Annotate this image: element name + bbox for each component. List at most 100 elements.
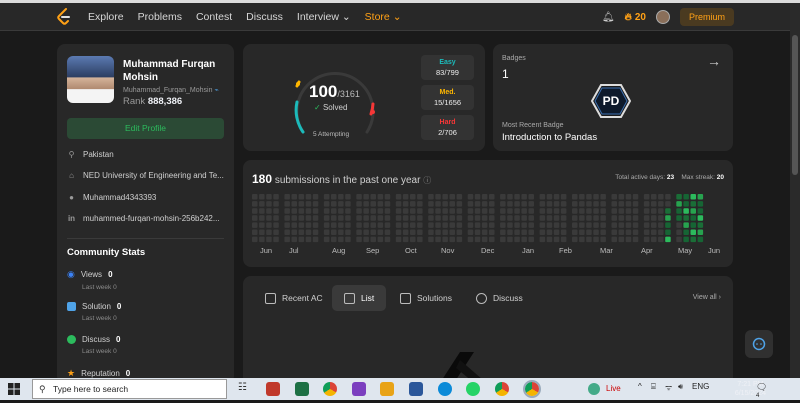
heatmap-cell[interactable] (500, 208, 506, 214)
heatmap-cell[interactable] (305, 194, 312, 200)
heatmap-cell[interactable] (363, 215, 369, 221)
heatmap-cell[interactable] (521, 222, 527, 228)
heatmap-cell[interactable] (428, 208, 434, 214)
heatmap-cell[interactable] (356, 194, 362, 200)
heatmap-cell[interactable] (651, 215, 657, 221)
heatmap-cell[interactable] (676, 201, 682, 207)
heatmap-cell[interactable] (273, 236, 279, 243)
heatmap-cell[interactable] (395, 236, 402, 243)
heatmap-cell[interactable] (259, 222, 265, 228)
heatmap-cell[interactable] (643, 229, 650, 236)
heatmap-cell[interactable] (395, 229, 402, 236)
heatmap-cell[interactable] (266, 208, 272, 214)
heatmap-cell[interactable] (507, 208, 513, 214)
heatmap-cell[interactable] (528, 201, 535, 207)
heatmap-cell[interactable] (579, 201, 585, 207)
network-icon[interactable]: ⌸ (651, 382, 665, 396)
heatmap-cell[interactable] (625, 236, 632, 243)
heatmap-cell[interactable] (632, 222, 639, 228)
heatmap-cell[interactable] (417, 194, 423, 200)
heatmap-cell[interactable] (539, 229, 546, 236)
heatmap-cell[interactable] (632, 229, 639, 236)
heatmap-cell[interactable] (370, 215, 377, 221)
heatmap-cell[interactable] (410, 194, 416, 200)
heatmap-cell[interactable] (417, 208, 423, 214)
heatmap-cell[interactable] (697, 229, 704, 236)
heatmap-cell[interactable] (593, 215, 599, 221)
heatmap-cell[interactable] (291, 222, 298, 228)
heatmap-cell[interactable] (553, 215, 560, 221)
heatmap-cell[interactable] (514, 194, 520, 200)
heatmap-cell[interactable] (417, 236, 423, 243)
heatmap-cell[interactable] (395, 222, 402, 228)
heatmap-cell[interactable] (338, 229, 344, 236)
heatmap-cell[interactable] (410, 222, 416, 228)
heatmap-cell[interactable] (572, 201, 578, 207)
heatmap-cell[interactable] (428, 236, 434, 243)
heatmap-cell[interactable] (579, 229, 585, 236)
language-icon[interactable]: ENG (692, 382, 709, 396)
heatmap-cell[interactable] (528, 215, 535, 221)
heatmap-cell[interactable] (643, 194, 650, 200)
heatmap-cell[interactable] (690, 229, 697, 236)
heatmap-cell[interactable] (489, 208, 495, 214)
heatmap-cell[interactable] (456, 229, 463, 236)
heatmap-cell[interactable] (370, 208, 377, 214)
heatmap-cell[interactable] (474, 229, 481, 236)
heatmap-cell[interactable] (676, 215, 682, 221)
heatmap-cell[interactable] (665, 229, 671, 236)
heatmap-cell[interactable] (363, 201, 369, 207)
heatmap-cell[interactable] (252, 208, 258, 214)
heatmap-cell[interactable] (579, 215, 585, 221)
heatmap-cell[interactable] (345, 208, 351, 214)
heatmap-cell[interactable] (539, 222, 546, 228)
heatmap-cell[interactable] (266, 236, 272, 243)
heatmap-cell[interactable] (658, 194, 664, 200)
heatmap-cell[interactable] (546, 222, 553, 228)
heatmap-cell[interactable] (442, 201, 448, 207)
heatmap-cell[interactable] (467, 208, 474, 214)
heatmap-cell[interactable] (298, 222, 305, 228)
heatmap-cell[interactable] (305, 215, 312, 221)
heatmap-cell[interactable] (665, 194, 671, 200)
heatmap-cell[interactable] (298, 229, 305, 236)
heatmap-cell[interactable] (345, 201, 351, 207)
tab-list[interactable]: List (332, 285, 387, 311)
heatmap-cell[interactable] (586, 215, 592, 221)
difficulty-hard[interactable]: Hard 2/706 (421, 115, 474, 140)
heatmap-cell[interactable] (683, 194, 689, 200)
heatmap-cell[interactable] (266, 222, 272, 228)
heatmap-cell[interactable] (651, 201, 657, 207)
heatmap-cell[interactable] (553, 201, 560, 207)
heatmap-cell[interactable] (298, 236, 305, 243)
github-row[interactable]: ● Muhammad4343393 (67, 193, 227, 202)
heatmap-cell[interactable] (402, 208, 409, 214)
heatmap-cell[interactable] (428, 201, 434, 207)
heatmap-cell[interactable] (593, 222, 599, 228)
heatmap-cell[interactable] (579, 222, 585, 228)
heatmap-cell[interactable] (658, 215, 664, 221)
heatmap-cell[interactable] (521, 201, 527, 207)
heatmap-cell[interactable] (683, 215, 689, 221)
heatmap-cell[interactable] (417, 229, 423, 236)
heatmap-cell[interactable] (377, 236, 384, 243)
heatmap-cell[interactable] (572, 236, 578, 243)
heatmap-cell[interactable] (449, 194, 456, 200)
heatmap-cell[interactable] (273, 194, 279, 200)
word-icon[interactable] (409, 382, 423, 396)
heatmap-cell[interactable] (305, 201, 312, 207)
heatmap-cell[interactable] (611, 222, 618, 228)
heatmap-cell[interactable] (363, 229, 369, 236)
heatmap-cell[interactable] (410, 208, 416, 214)
view-all-link[interactable]: View all › (693, 294, 721, 301)
heatmap-cell[interactable] (284, 201, 290, 207)
heatmap-cell[interactable] (345, 236, 351, 243)
heatmap-cell[interactable] (402, 201, 409, 207)
heatmap-cell[interactable] (600, 208, 606, 214)
heatmap-cell[interactable] (356, 229, 362, 236)
heatmap-cell[interactable] (266, 194, 272, 200)
visual-studio-icon[interactable] (352, 382, 366, 396)
heatmap-cell[interactable] (323, 208, 330, 214)
heatmap-cell[interactable] (676, 222, 682, 228)
heatmap-cell[interactable] (449, 208, 456, 214)
